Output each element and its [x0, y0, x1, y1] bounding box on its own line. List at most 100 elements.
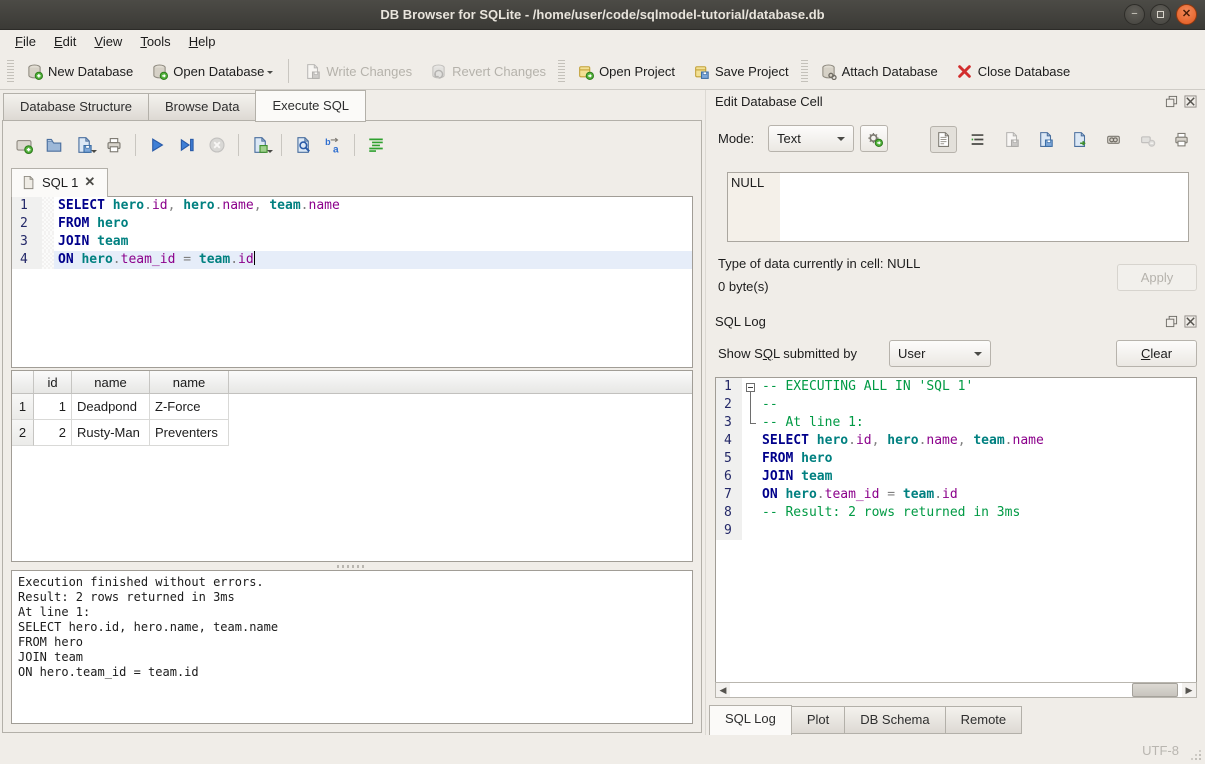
- close-button-icon[interactable]: ✕: [1176, 4, 1197, 25]
- column-header-name[interactable]: name: [72, 371, 150, 393]
- tab-database-structure[interactable]: Database Structure: [3, 93, 148, 121]
- editor-toolbar: ba: [11, 130, 389, 160]
- export-results-icon[interactable]: [247, 132, 273, 158]
- dropdown-caret-icon[interactable]: [91, 150, 97, 156]
- tab-execute-sql[interactable]: Execute SQL: [255, 90, 366, 122]
- minimize-button-icon[interactable]: −: [1124, 4, 1145, 25]
- svg-text:a: a: [333, 144, 339, 154]
- fold-margin: [742, 450, 758, 468]
- revert-changes-button[interactable]: Revert Changes: [421, 58, 555, 85]
- print-cell-icon[interactable]: [1168, 126, 1195, 153]
- column-header-id[interactable]: id: [34, 371, 72, 393]
- import-data-button[interactable]: [860, 125, 888, 152]
- resize-grip[interactable]: [1189, 748, 1201, 760]
- execution-log[interactable]: Execution finished without errors. Resul…: [11, 570, 693, 724]
- word-wrap-icon[interactable]: [964, 126, 991, 153]
- sql-log-view[interactable]: 1-- EXECUTING ALL IN 'SQL 1'2--3-- At li…: [715, 377, 1197, 683]
- execute-all-icon[interactable]: [144, 132, 170, 158]
- fold-margin[interactable]: [742, 378, 758, 396]
- table-cell[interactable]: 2: [34, 420, 72, 446]
- open-project-button[interactable]: Open Project: [568, 58, 684, 85]
- sql-submitted-by-combo[interactable]: User: [889, 340, 991, 367]
- grid-corner[interactable]: [12, 371, 34, 393]
- table-cell[interactable]: Rusty-Man: [72, 420, 150, 446]
- titlebar[interactable]: DB Browser for SQLite - /home/user/code/…: [0, 0, 1205, 30]
- tab-browse-data[interactable]: Browse Data: [148, 93, 255, 121]
- clear-button[interactable]: Clear: [1116, 340, 1197, 367]
- table-cell[interactable]: Z-Force: [150, 394, 229, 420]
- close-tab-icon[interactable]: ✕: [84, 174, 95, 190]
- menu-tools[interactable]: Tools: [131, 31, 179, 52]
- execute-line-icon[interactable]: [174, 132, 200, 158]
- sql-file-icon: [21, 175, 36, 190]
- bottom-tab-plot[interactable]: Plot: [792, 706, 845, 734]
- toolbar-handle[interactable]: [558, 60, 565, 82]
- mode-combo[interactable]: Text: [768, 125, 854, 152]
- scroll-right-icon[interactable]: ▶: [1182, 683, 1196, 697]
- float-dock-icon[interactable]: [1165, 95, 1178, 108]
- tab-sql-1[interactable]: SQL 1 ✕: [11, 168, 108, 197]
- dropdown-caret-icon[interactable]: [267, 150, 273, 156]
- code-line: 9: [716, 522, 1196, 540]
- line-number: 8: [716, 504, 742, 522]
- table-cell[interactable]: Preventers: [150, 420, 229, 446]
- column-header-name[interactable]: name: [150, 371, 229, 393]
- find-icon[interactable]: [290, 132, 316, 158]
- attach-database-button[interactable]: Attach Database: [811, 58, 947, 85]
- code-line: 7ON hero.team_id = team.id: [716, 486, 1196, 504]
- open-database-button[interactable]: Open Database: [142, 58, 282, 85]
- write-changes-button[interactable]: Write Changes: [295, 58, 421, 85]
- close-dock-icon[interactable]: [1184, 95, 1197, 108]
- apply-button[interactable]: Apply: [1117, 264, 1197, 291]
- horizontal-splitter[interactable]: [11, 563, 693, 569]
- menu-edit[interactable]: Edit: [45, 31, 85, 52]
- sql-tab-label: SQL 1: [42, 175, 78, 190]
- fold-margin: [742, 486, 758, 504]
- text-mode-icon[interactable]: [930, 126, 957, 153]
- fold-margin: [742, 414, 758, 432]
- find-replace-icon[interactable]: ba: [320, 132, 346, 158]
- save-sql-file-icon[interactable]: [71, 132, 97, 158]
- table-cell[interactable]: 1: [34, 394, 72, 420]
- new-tab-icon[interactable]: [11, 132, 37, 158]
- scrollbar-thumb[interactable]: [1132, 683, 1178, 697]
- save-as-icon[interactable]: [1032, 126, 1059, 153]
- revert-changes-icon: [430, 63, 447, 80]
- toolbar-handle[interactable]: [801, 60, 808, 82]
- fold-margin: [42, 215, 54, 233]
- menu-view[interactable]: View: [85, 31, 131, 52]
- new-database-button[interactable]: New Database: [17, 58, 142, 85]
- open-sql-file-icon[interactable]: [41, 132, 67, 158]
- close-database-button[interactable]: Close Database: [947, 58, 1080, 85]
- sql-editor[interactable]: 1SELECT hero.id, hero.name, team.name2FR…: [11, 196, 693, 368]
- menubar: FileEditViewToolsHelp: [0, 30, 1205, 53]
- save-project-button[interactable]: Save Project: [684, 58, 798, 85]
- float-dock-icon[interactable]: [1165, 315, 1178, 328]
- export-cell-icon[interactable]: [1066, 126, 1093, 153]
- sql-doc-tabbar: SQL 1 ✕: [11, 168, 108, 197]
- chevron-down-icon: [837, 137, 845, 145]
- toolbar-handle[interactable]: [7, 60, 14, 82]
- menu-help[interactable]: Help: [180, 31, 225, 52]
- maximize-button-icon[interactable]: [1150, 4, 1171, 25]
- scrollbar-track[interactable]: [730, 683, 1182, 697]
- link-icon[interactable]: [1100, 126, 1127, 153]
- row-header[interactable]: 1: [12, 394, 34, 420]
- bottom-tab-sql-log[interactable]: SQL Log: [709, 705, 792, 736]
- row-header[interactable]: 2: [12, 420, 34, 446]
- close-dock-icon[interactable]: [1184, 315, 1197, 328]
- bottom-tab-remote[interactable]: Remote: [946, 706, 1023, 734]
- save-cell-icon[interactable]: [998, 126, 1025, 153]
- stop-icon[interactable]: [204, 132, 230, 158]
- remove-icon[interactable]: [1134, 126, 1161, 153]
- scroll-left-icon[interactable]: ◀: [716, 683, 730, 697]
- cell-value-editor[interactable]: NULL: [727, 172, 1189, 242]
- menu-file[interactable]: File: [6, 31, 45, 52]
- bottom-tab-db-schema[interactable]: DB Schema: [845, 706, 945, 734]
- fold-collapse-icon[interactable]: [746, 383, 755, 392]
- dropdown-caret-icon[interactable]: [267, 71, 273, 77]
- horizontal-scrollbar[interactable]: ◀ ▶: [715, 682, 1197, 698]
- format-sql-icon[interactable]: [363, 132, 389, 158]
- print-icon[interactable]: [101, 132, 127, 158]
- table-cell[interactable]: Deadpond: [72, 394, 150, 420]
